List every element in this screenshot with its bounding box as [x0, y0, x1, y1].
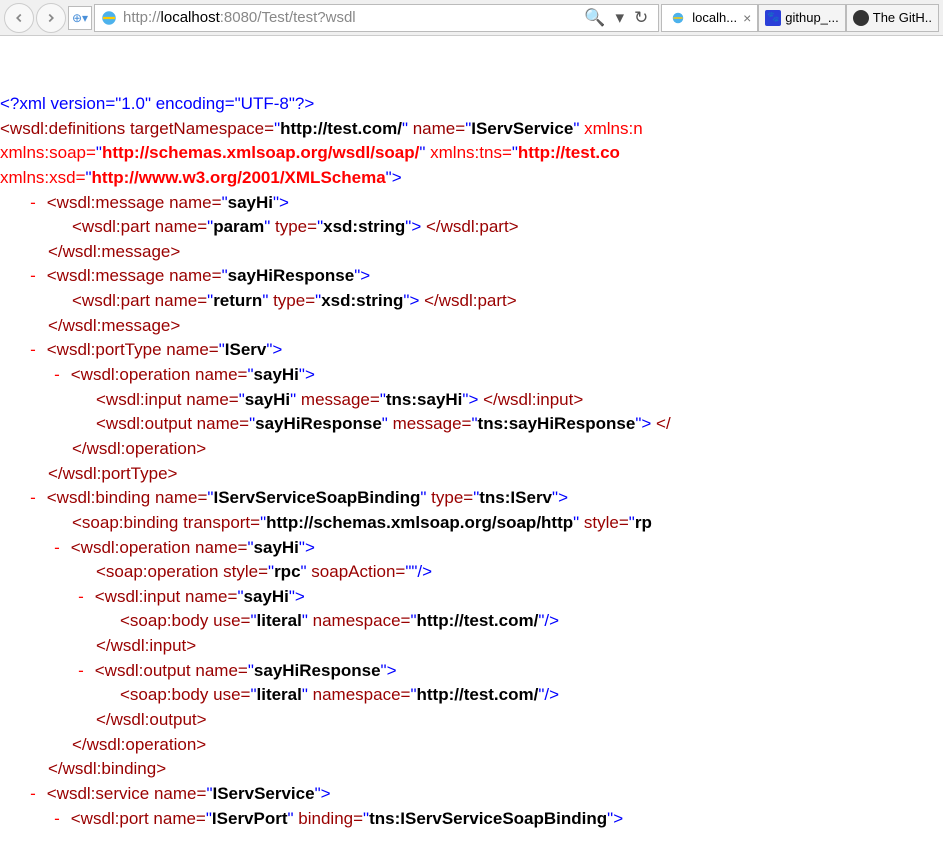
xml-line: </wsdl:input>	[0, 634, 943, 659]
collapse-toggle[interactable]: -	[48, 536, 66, 561]
collapse-toggle[interactable]: -	[48, 363, 66, 388]
close-icon[interactable]: ×	[741, 10, 751, 26]
compat-view-button[interactable]: ⊕▾	[68, 6, 92, 30]
url-text: http://localhost:8080/Test/test?wsdl	[119, 9, 578, 26]
xml-line: <soap:binding transport="http://schemas.…	[0, 511, 943, 536]
ie-favicon-icon	[668, 8, 688, 28]
tab-label: The GitH..	[873, 10, 932, 25]
xml-line: </wsdl:binding>	[0, 757, 943, 782]
xml-line: </wsdl:message>	[0, 314, 943, 339]
collapse-toggle[interactable]: -	[72, 659, 90, 684]
xml-declaration: <?xml version="1.0" encoding="UTF-8"?>	[0, 92, 943, 117]
xml-line: - <wsdl:message name="sayHi">	[0, 191, 943, 216]
xml-viewer: <?xml version="1.0" encoding="UTF-8"?> <…	[0, 36, 943, 831]
collapse-toggle[interactable]: -	[24, 264, 42, 289]
tab-strip: localh... × 🐾 githup_... The GitH..	[661, 4, 939, 32]
xml-line: <soap:operation style="rpc" soapAction="…	[0, 560, 943, 585]
xml-line: - <wsdl:service name="IServService">	[0, 782, 943, 807]
paw-favicon-icon: 🐾	[765, 10, 781, 26]
xml-line: <wsdl:input name="sayHi" message="tns:sa…	[0, 388, 943, 413]
xml-line: <soap:body use="literal" namespace="http…	[0, 683, 943, 708]
xml-line: xmlns:xsd="http://www.w3.org/2001/XMLSch…	[0, 166, 943, 191]
xml-line: <soap:body use="literal" namespace="http…	[0, 609, 943, 634]
collapse-toggle[interactable]: -	[72, 585, 90, 610]
dropdown-icon[interactable]: ▾	[615, 8, 624, 28]
xml-line: </wsdl:message>	[0, 240, 943, 265]
tab-label: localh...	[692, 10, 737, 25]
collapse-toggle[interactable]: -	[24, 486, 42, 511]
xml-line: - <wsdl:operation name="sayHi">	[0, 536, 943, 561]
collapse-toggle[interactable]: -	[48, 807, 66, 832]
xml-line: <wsdl:part name="param" type="xsd:string…	[0, 215, 943, 240]
collapse-toggle[interactable]: -	[24, 782, 42, 807]
xml-line: - <wsdl:binding name="IServServiceSoapBi…	[0, 486, 943, 511]
tab-label: githup_...	[785, 10, 839, 25]
xml-line: - <wsdl:port name="IServPort" binding="t…	[0, 807, 943, 832]
collapse-toggle[interactable]: -	[24, 338, 42, 363]
xml-line: <wsdl:part name="return" type="xsd:strin…	[0, 289, 943, 314]
refresh-icon[interactable]: ↻	[634, 8, 648, 28]
browser-toolbar: ⊕▾ http://localhost:8080/Test/test?wsdl …	[0, 0, 943, 36]
xml-line: </wsdl:portType>	[0, 462, 943, 487]
back-button[interactable]	[4, 3, 34, 33]
xml-line: xmlns:soap="http://schemas.xmlsoap.org/w…	[0, 141, 943, 166]
address-bar[interactable]: http://localhost:8080/Test/test?wsdl 🔍 ▾…	[94, 4, 659, 32]
xml-line: <wsdl:definitions targetNamespace="http:…	[0, 117, 943, 142]
xml-line: </wsdl:operation>	[0, 733, 943, 758]
github-favicon-icon	[853, 10, 869, 26]
xml-line: <wsdl:output name="sayHiResponse" messag…	[0, 412, 943, 437]
xml-line: - <wsdl:output name="sayHiResponse">	[0, 659, 943, 684]
xml-line: - <wsdl:portType name="IServ">	[0, 338, 943, 363]
xml-line: - <wsdl:message name="sayHiResponse">	[0, 264, 943, 289]
tab-localhost[interactable]: localh... ×	[661, 4, 758, 32]
search-icon[interactable]: 🔍	[584, 8, 605, 28]
forward-button[interactable]	[36, 3, 66, 33]
ie-logo-icon	[99, 8, 119, 28]
xml-line: - <wsdl:input name="sayHi">	[0, 585, 943, 610]
xml-line: </wsdl:output>	[0, 708, 943, 733]
tab-githup[interactable]: 🐾 githup_...	[758, 4, 846, 32]
xml-line: - <wsdl:operation name="sayHi">	[0, 363, 943, 388]
collapse-toggle[interactable]: -	[24, 191, 42, 216]
xml-line: </wsdl:operation>	[0, 437, 943, 462]
tab-github[interactable]: The GitH..	[846, 4, 939, 32]
